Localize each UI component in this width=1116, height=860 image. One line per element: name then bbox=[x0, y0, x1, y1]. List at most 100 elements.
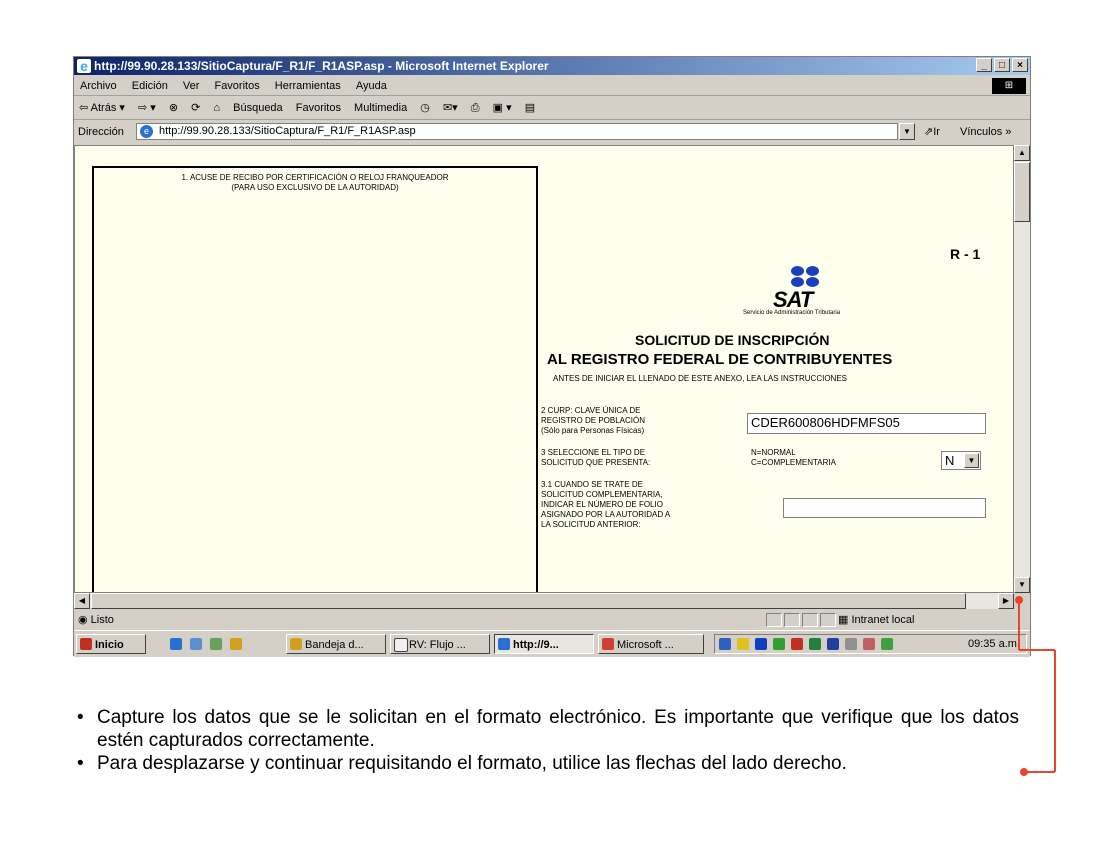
form-title-1: SOLICITUD DE INSCRIPCIÓN bbox=[635, 332, 830, 348]
status-bar: ◉ Listo ▦ Intranet local bbox=[74, 611, 1030, 629]
task-ie[interactable]: http://9... bbox=[494, 634, 594, 654]
ie-icon bbox=[498, 638, 510, 650]
edit-icon[interactable]: ▣ ▾ bbox=[493, 102, 512, 114]
desktop-quicklaunch-icon[interactable] bbox=[210, 638, 222, 650]
instructions: Capture los datos que se le solicitan en… bbox=[75, 706, 1019, 775]
menu-ayuda[interactable]: Ayuda bbox=[356, 80, 387, 92]
mail-icon bbox=[394, 638, 408, 652]
start-label: Inicio bbox=[95, 639, 124, 651]
status-cell bbox=[820, 613, 836, 627]
zone-label: Intranet local bbox=[851, 614, 915, 626]
address-bar: Dirección e http://99.90.28.133/SitioCap… bbox=[74, 121, 1030, 143]
menu-favoritos[interactable]: Favoritos bbox=[214, 80, 259, 92]
intranet-icon: ▦ bbox=[838, 614, 852, 626]
folio-label-4: ASIGNADO POR LA AUTORIDAD A bbox=[541, 510, 671, 519]
menu-bar: Archivo Edición Ver Favoritos Herramient… bbox=[74, 77, 1030, 96]
task-label: RV: Flujo ... bbox=[409, 639, 466, 651]
start-button[interactable]: Inicio bbox=[76, 634, 146, 654]
tray-icon[interactable] bbox=[863, 638, 875, 650]
folio-label-5: LA SOLICITUD ANTERIOR: bbox=[541, 520, 641, 529]
menu-edicion[interactable]: Edición bbox=[132, 80, 168, 92]
vertical-scrollbar[interactable]: ▲ ▼ bbox=[1014, 145, 1030, 593]
links-button[interactable]: Vínculos » bbox=[960, 121, 1011, 143]
print-icon[interactable]: ⎙ bbox=[471, 102, 480, 114]
status-cell bbox=[802, 613, 818, 627]
outlook-icon bbox=[290, 638, 302, 650]
ie-icon: e bbox=[77, 59, 91, 73]
multimedia-button[interactable]: Multimedia bbox=[354, 102, 407, 114]
address-input[interactable]: e http://99.90.28.133/SitioCaptura/F_R1/… bbox=[136, 123, 898, 140]
tray-icon[interactable] bbox=[719, 638, 731, 650]
task-bandeja[interactable]: Bandeja d... bbox=[286, 634, 386, 654]
tray-icon[interactable] bbox=[755, 638, 767, 650]
go-label: Ir bbox=[933, 126, 940, 138]
scroll-left-icon[interactable]: ◀ bbox=[74, 593, 90, 609]
scroll-up-icon[interactable]: ▲ bbox=[1014, 145, 1030, 161]
horizontal-scroll-thumb[interactable] bbox=[91, 593, 966, 609]
history-icon[interactable]: ◷ bbox=[420, 102, 430, 114]
app-quicklaunch-icon[interactable] bbox=[230, 638, 242, 650]
tipo-label-1: 3 SELECCIONE EL TIPO DE bbox=[541, 448, 646, 457]
tray-icon[interactable] bbox=[845, 638, 857, 650]
close-button[interactable]: × bbox=[1012, 58, 1028, 72]
address-label: Dirección bbox=[78, 126, 124, 138]
address-dropdown-button[interactable]: ▼ bbox=[899, 123, 915, 140]
menu-archivo[interactable]: Archivo bbox=[80, 80, 117, 92]
windows-logo-icon: ⊞ bbox=[992, 78, 1026, 94]
page-icon: e bbox=[140, 125, 153, 138]
status-text: ◉ Listo bbox=[78, 611, 114, 629]
minimize-button[interactable]: _ bbox=[976, 58, 992, 72]
tray-icon[interactable] bbox=[737, 638, 749, 650]
instruction-2: Para desplazarse y continuar requisitand… bbox=[75, 752, 1019, 775]
horizontal-scrollbar[interactable]: ◀ ▶ bbox=[74, 593, 1014, 609]
task-label: Microsoft ... bbox=[617, 639, 674, 651]
folio-label-3: INDICAR EL NÚMERO DE FOLIO bbox=[541, 500, 663, 509]
scroll-down-icon[interactable]: ▼ bbox=[1014, 577, 1030, 593]
back-button[interactable]: ⇦ Atrás ▾ bbox=[79, 102, 125, 114]
task-rv-flujo[interactable]: RV: Flujo ... bbox=[390, 634, 490, 654]
go-button[interactable]: ⇗Ir bbox=[924, 121, 940, 143]
chevron-down-icon[interactable]: ▼ bbox=[964, 453, 979, 468]
refresh-icon[interactable]: ⟳ bbox=[191, 102, 200, 114]
tipo-option-complementaria: C=COMPLEMENTARIA bbox=[751, 458, 836, 467]
mail-icon[interactable]: ✉▾ bbox=[443, 102, 458, 114]
tipo-select[interactable]: N ▼ bbox=[941, 451, 981, 470]
sat-logo-sub: Servicio de Administración Tributaria bbox=[743, 310, 841, 316]
form-title-3: ANTES DE INICIAR EL LLENADO DE ESTE ANEX… bbox=[553, 374, 848, 383]
tray-icon[interactable] bbox=[773, 638, 785, 650]
windows-flag-icon bbox=[80, 638, 92, 650]
status-label: Listo bbox=[90, 614, 114, 626]
maximize-button[interactable]: □ bbox=[994, 58, 1010, 72]
forward-button[interactable]: ⇨ ▾ bbox=[138, 102, 156, 114]
page-content: 1. ACUSE DE RECIBO POR CERTIFICACIÓN O R… bbox=[74, 145, 1014, 593]
title-bar[interactable]: e http://99.90.28.133/SitioCaptura/F_R1/… bbox=[74, 57, 1030, 75]
system-tray: 09:35 a.m. bbox=[714, 634, 1027, 654]
tray-icon[interactable] bbox=[881, 638, 893, 650]
stop-icon[interactable]: ⊗ bbox=[169, 102, 178, 114]
task-label: Bandeja d... bbox=[305, 639, 364, 651]
folio-input[interactable] bbox=[783, 498, 986, 518]
tray-icon[interactable] bbox=[809, 638, 821, 650]
menu-herramientas[interactable]: Herramientas bbox=[275, 80, 341, 92]
status-cell bbox=[766, 613, 782, 627]
outlook-quicklaunch-icon[interactable] bbox=[190, 638, 202, 650]
window-title: http://99.90.28.133/SitioCaptura/F_R1/F_… bbox=[94, 59, 549, 73]
curp-input[interactable]: CDER600806HDFMFS05 bbox=[747, 413, 986, 434]
task-label: http://9... bbox=[513, 639, 559, 651]
tipo-option-normal: N=NORMAL bbox=[751, 448, 796, 457]
search-button[interactable]: Búsqueda bbox=[233, 102, 283, 114]
menu-ver[interactable]: Ver bbox=[183, 80, 200, 92]
discuss-icon[interactable]: ▤ bbox=[525, 102, 535, 114]
favorites-button[interactable]: Favoritos bbox=[296, 102, 341, 114]
task-microsoft[interactable]: Microsoft ... bbox=[598, 634, 704, 654]
acuse-title-1: 1. ACUSE DE RECIBO POR CERTIFICACIÓN O R… bbox=[181, 173, 449, 182]
toolbar: ⇦ Atrás ▾ ⇨ ▾ ⊗ ⟳ ⌂ Búsqueda Favoritos M… bbox=[74, 97, 1030, 120]
ie-quicklaunch-icon[interactable] bbox=[170, 638, 182, 650]
language-icon[interactable] bbox=[827, 638, 839, 650]
sat-logo-text: SAT bbox=[773, 287, 813, 312]
tray-icon[interactable] bbox=[791, 638, 803, 650]
home-icon[interactable]: ⌂ bbox=[213, 102, 220, 114]
zone-indicator: ▦ Intranet local bbox=[838, 611, 914, 629]
tipo-label-2: SOLICITUD QUE PRESENTA: bbox=[541, 458, 651, 467]
vertical-scroll-thumb[interactable] bbox=[1014, 162, 1030, 222]
